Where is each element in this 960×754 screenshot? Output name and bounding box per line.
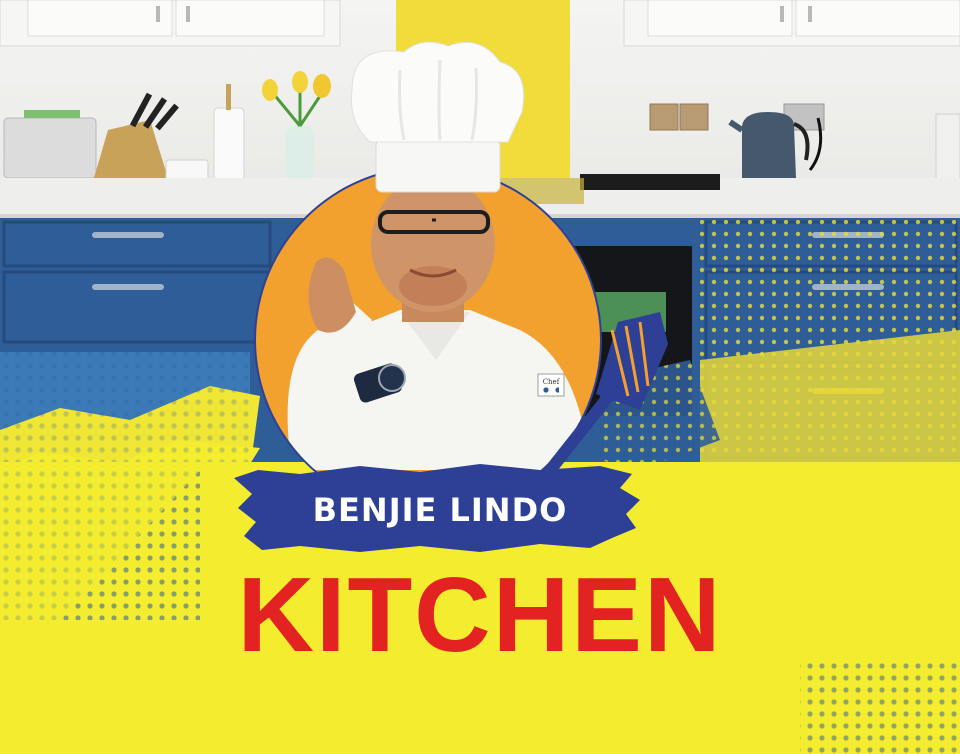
jacket-badge-text: Chef	[543, 378, 561, 386]
brand-title: KITCHEN	[237, 555, 723, 674]
hob	[580, 174, 720, 190]
bread-bin	[3, 117, 97, 179]
paper-towel	[213, 107, 245, 181]
logo-banner: Chef BENJIE LINDO KITCHEN	[0, 0, 960, 754]
brand-name: BENJIE LINDO	[312, 491, 568, 529]
chef-hat-icon	[350, 41, 525, 193]
